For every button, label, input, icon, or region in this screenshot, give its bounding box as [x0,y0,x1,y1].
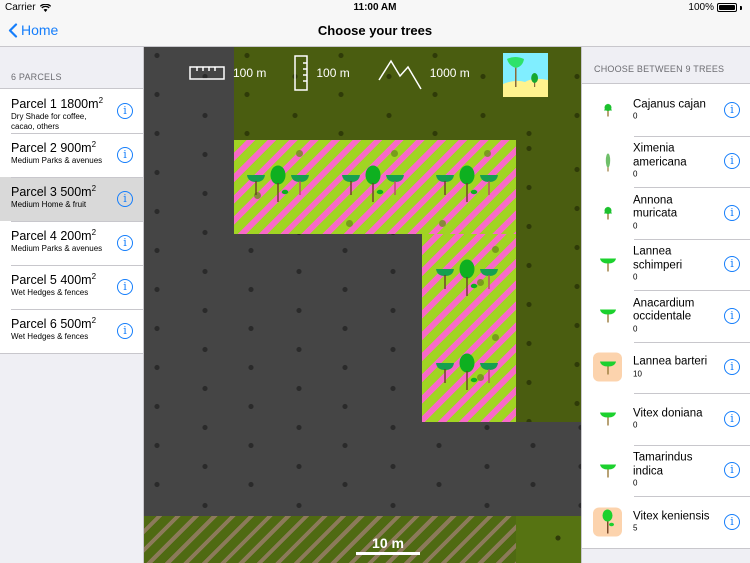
tree-count: 10 [633,369,642,378]
info-icon[interactable]: i [724,101,740,118]
status-bar: Carrier 11:00 AM 100% [0,0,750,16]
info-icon[interactable]: i [724,256,740,273]
width-label: 100 m [233,66,267,80]
olive-zone-right [516,140,581,422]
tree-name: Ximenia americana 0 [633,143,717,180]
scale-bar [356,552,420,555]
map-scale: 10 m [356,535,420,555]
planted-tree-group[interactable] [435,353,499,397]
width-tool[interactable]: 100 m [189,66,266,80]
tree-count: 0 [633,272,638,282]
tree-item-2[interactable]: Ximenia americana 0 i [582,135,750,188]
info-icon[interactable]: i [724,410,740,427]
tree-name: Tamarindus indica 0 [633,452,717,489]
parcel-subtitle: Wet Hedges & fences [11,332,89,342]
battery-icon [717,3,737,12]
planted-tree-group[interactable] [341,165,405,209]
tree-item-8[interactable]: Tamarindus indica 0 i [582,444,750,497]
trees-header: CHOOSE BETWEEN 9 TREES [594,64,725,74]
page-title: Choose your trees [317,23,433,38]
umbrella-tree-icon [593,404,622,433]
info-icon[interactable]: i [117,191,133,207]
parcel-subtitle: Medium Parks & avenues [11,244,103,254]
info-icon[interactable]: i [724,359,740,376]
tree-list: Cajanus cajan 0 i Ximenia americana 0 i Annona… [582,83,750,549]
scale-label: 10 m [372,535,404,551]
parcel-item-3[interactable]: Parcel 3 500m2 Medium Home & fruit i [0,177,143,221]
tree-item-6[interactable]: Lannea barteri 10 i [582,341,750,394]
parcel-list: Parcel 1 1800m2 Dry Shade for coffee, cac… [0,88,143,354]
parcels-header: 6 PARCELS [11,72,62,82]
parcel-subtitle: Wet Hedges & fences [11,288,89,298]
small-round-tree-icon [593,198,622,227]
info-icon[interactable]: i [117,279,133,295]
navigation-bar: Home Choose your trees [0,16,750,47]
parcel-item-6[interactable]: Parcel 6 500m2 Wet Hedges & fences i [0,309,143,353]
info-icon[interactable]: i [117,235,133,251]
parcel-item-2[interactable]: Parcel 2 900m2 Medium Parks & avenues i [0,133,143,177]
tree-item-7[interactable]: Vitex doniana 0 i [582,393,750,445]
info-icon[interactable]: i [724,153,740,170]
parcel-item-4[interactable]: Parcel 4 200m2 Medium Parks & avenues i [0,221,143,265]
info-icon[interactable]: i [724,513,740,530]
altitude-label: 1000 m [429,66,470,80]
tree-count: 5 [633,523,638,533]
tree-name: Anacardium occidentale 0 [633,297,717,334]
parcels-panel: 6 PARCELS Parcel 1 1800m2 Dry Shade for c… [0,47,144,563]
info-icon[interactable]: i [117,323,133,339]
green-zone-bottom [516,516,581,563]
info-icon[interactable]: i [724,307,740,324]
tree-item-5[interactable]: Anacardium occidentale 0 i [582,290,750,342]
parcel-item-1[interactable]: Parcel 1 1800m2 Dry Shade for coffee, cac… [0,89,143,133]
info-icon[interactable]: i [724,462,740,479]
tree-name: Vitex doniana 0 [633,407,717,431]
parcel-item-5[interactable]: Parcel 5 400m2 Wet Hedges & fences i [0,265,143,309]
tree-count: 0 [633,324,638,334]
tree-count: 0 [633,169,638,179]
umbrella-tree-icon [593,250,622,279]
tree-name: Lannea barteri 10 [633,356,717,380]
parcel-subtitle: Medium Parks & avenues [11,156,103,166]
battery-indicator: 100% [688,2,742,13]
clock: 11:00 AM [353,2,397,13]
tree-count: 0 [633,111,638,121]
planted-tree-group[interactable] [246,165,310,209]
tree-name: Cajanus cajan 0 [633,98,717,122]
planted-tree-group[interactable] [435,259,499,303]
map-toolbar: 100 m 100 m 1000 m [189,53,498,93]
tree-count: 0 [633,478,638,488]
tree-name: Annona muricata 0 [633,194,717,231]
round-tree-icon [593,507,622,537]
small-round-tree-icon [593,95,622,124]
columnar-tree-icon [593,147,622,176]
info-icon[interactable]: i [117,147,133,163]
tree-count: 0 [633,420,638,430]
battery-percent: 100% [688,2,714,13]
umbrella-tree-icon [593,456,622,485]
info-icon[interactable]: i [117,103,133,119]
parcel-subtitle: Dry Shade for coffee, cacao, others [11,112,87,132]
umbrella-tree-icon [593,301,622,330]
trees-panel: CHOOSE BETWEEN 9 TREES Cajanus cajan 0 i Xi… [581,47,750,563]
altitude-tool[interactable]: 1000 m [378,56,470,90]
umbrella-tree-icon [593,352,622,382]
tree-name: Lannea schimperi 0 [633,246,717,283]
tree-item-4[interactable]: Lannea schimperi 0 i [582,238,750,291]
parcel-map[interactable]: 100 m 100 m 1000 m 10 m [144,47,581,563]
tree-item-9[interactable]: Vitex keniensis 5 i [582,496,750,548]
height-label: 100 m [316,66,350,80]
vertical-ruler-icon [294,55,309,91]
horizontal-ruler-icon [189,66,225,80]
height-tool[interactable]: 100 m [294,55,350,91]
tree-count: 0 [633,221,638,231]
mountain-icon [378,59,422,90]
scenery-view-button[interactable] [503,53,548,97]
tree-item-1[interactable]: Cajanus cajan 0 i [582,84,750,136]
tree-name: Vitex keniensis 5 [633,510,717,534]
planted-tree-group[interactable] [435,165,499,209]
info-icon[interactable]: i [724,204,740,221]
tree-item-3[interactable]: Annona muricata 0 i [582,187,750,239]
brown-striped-zone [144,516,516,563]
parcel-subtitle: Medium Home & fruit [11,200,87,210]
